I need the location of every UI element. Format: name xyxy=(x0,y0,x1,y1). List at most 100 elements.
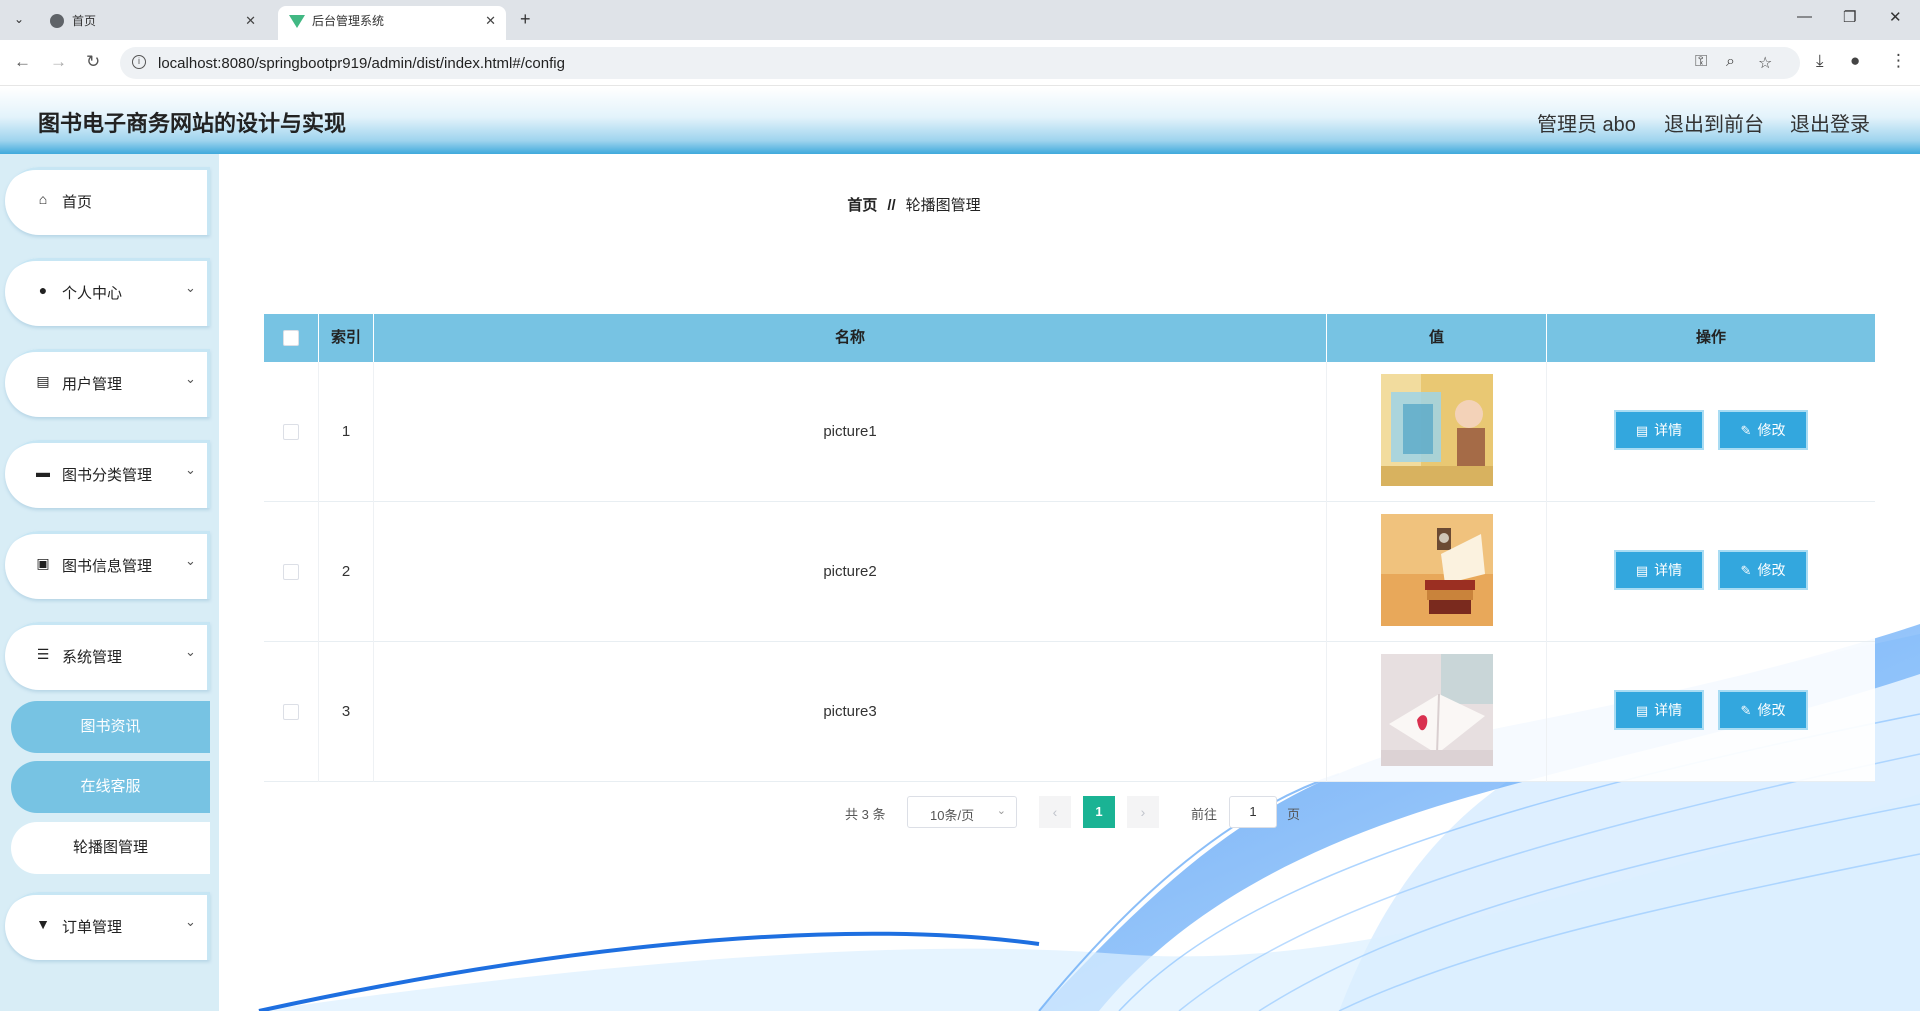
chevron-down-icon: ⌄ xyxy=(185,280,196,295)
new-tab-icon[interactable]: + xyxy=(520,9,531,30)
pagination-total: 共 3 条 xyxy=(845,807,886,822)
browser-tab-home[interactable]: 首页 ✕ xyxy=(38,6,266,40)
pencil-icon: ✎ xyxy=(1740,703,1752,718)
window-close-icon[interactable]: ✕ xyxy=(1889,8,1902,26)
clipboard-icon: ▤ xyxy=(36,373,50,389)
row-select-cell xyxy=(264,362,319,502)
page-number-current[interactable]: 1 xyxy=(1083,796,1115,828)
goto-page-input[interactable]: 1 xyxy=(1229,796,1277,828)
detail-button[interactable]: ▤ 详情 xyxy=(1614,690,1704,730)
sidebar-item-label: 用户管理 xyxy=(62,376,123,393)
sidebar-item-user-management[interactable]: ▤ 用户管理 ⌄ xyxy=(5,349,210,417)
password-key-icon[interactable]: ⚿ xyxy=(1695,53,1707,71)
sidebar-item-home[interactable]: ⌂ 首页 xyxy=(5,167,210,235)
row-index: 3 xyxy=(319,642,374,782)
current-user: 管理员 abo xyxy=(1537,114,1636,136)
bookmark-star-icon[interactable]: ☆ xyxy=(1758,53,1772,73)
sidebar-subitem-carousel[interactable]: 轮播图管理 xyxy=(11,822,210,874)
next-page-button[interactable]: › xyxy=(1127,796,1159,828)
sidebar-item-book-category[interactable]: ▬ 图书分类管理 ⌄ xyxy=(5,440,210,508)
column-header-value: 值 xyxy=(1327,314,1547,362)
edit-button[interactable]: ✎ 修改 xyxy=(1718,550,1808,590)
detail-button[interactable]: ▤ 详情 xyxy=(1614,550,1704,590)
tab-title: 后台管理系统 xyxy=(312,14,385,28)
app-header: 图书电子商务网站的设计与实现 管理员 abo 退出到前台 退出登录 xyxy=(0,87,1920,154)
breadcrumb-home[interactable]: 首页 xyxy=(847,197,877,214)
column-header-index: 索引 xyxy=(319,314,374,362)
page-unit-label: 页 xyxy=(1287,807,1301,822)
download-icon[interactable]: ⤓ xyxy=(1816,51,1824,71)
carousel-image-thumbnail xyxy=(1381,654,1493,766)
sidebar-item-label: 图书信息管理 xyxy=(62,558,153,575)
sidebar-item-system[interactable]: ☰ 系统管理 ⌄ xyxy=(5,622,210,690)
pencil-icon: ✎ xyxy=(1740,563,1752,578)
chevron-down-icon: ⌄ xyxy=(185,371,196,386)
select-all-cell xyxy=(264,314,319,362)
table-row: 3 picture3 ▤ 详情 ✎ 修改 xyxy=(264,642,1875,782)
profile-icon[interactable]: ● xyxy=(1850,51,1860,71)
pagination: 共 3 条 10条/页 ⌄ ‹ 1 › 前往 1 页 xyxy=(219,794,1920,830)
select-all-checkbox[interactable] xyxy=(283,330,299,346)
logout-link[interactable]: 退出登录 xyxy=(1790,108,1870,137)
row-actions-cell: ▤ 详情 ✎ 修改 xyxy=(1547,642,1875,782)
browser-toolbar: ← → ↻ i localhost:8080/springbootpr919/a… xyxy=(0,40,1920,86)
prev-page-button[interactable]: ‹ xyxy=(1039,796,1071,828)
row-checkbox[interactable] xyxy=(283,564,299,580)
calendar-x-icon: ▣ xyxy=(36,555,50,571)
row-actions-cell: ▤ 详情 ✎ 修改 xyxy=(1547,502,1875,642)
user-icon: ● xyxy=(38,282,48,298)
column-header-actions: 操作 xyxy=(1695,329,1726,346)
sidebar-item-personal-center[interactable]: ● 个人中心 ⌄ xyxy=(5,258,210,326)
row-checkbox[interactable] xyxy=(283,704,299,720)
page-size-value: 10条/页 xyxy=(930,808,975,823)
restore-icon[interactable]: ❐ xyxy=(1843,8,1856,26)
breadcrumb: 首页 // 轮播图管理 xyxy=(219,194,1609,215)
sidebar-item-label: 图书分类管理 xyxy=(62,467,153,484)
carousel-image-thumbnail xyxy=(1381,374,1493,486)
sidebar-item-orders[interactable]: ▼ 订单管理 ⌄ xyxy=(5,892,210,960)
pencil-icon: ✎ xyxy=(1740,423,1752,438)
table-row: 2 picture2 ▤ 详情 ✎ 修改 xyxy=(264,502,1875,642)
back-icon[interactable]: ← xyxy=(14,52,31,72)
sidebar-subitem-online-service[interactable]: 在线客服 xyxy=(11,761,210,813)
close-icon[interactable]: ✕ xyxy=(245,6,256,36)
edit-button[interactable]: ✎ 修改 xyxy=(1718,410,1808,450)
minimize-icon[interactable]: — xyxy=(1797,8,1812,25)
sidebar-item-label: 首页 xyxy=(62,194,93,211)
app-title: 图书电子商务网站的设计与实现 xyxy=(38,111,347,136)
site-info-icon[interactable]: i xyxy=(132,55,146,69)
chevron-down-icon: ⌄ xyxy=(185,644,196,659)
detail-button[interactable]: ▤ 详情 xyxy=(1614,410,1704,450)
row-actions-cell: ▤ 详情 ✎ 修改 xyxy=(1547,362,1875,502)
sidebar-item-book-info[interactable]: ▣ 图书信息管理 ⌄ xyxy=(5,531,210,599)
zoom-icon[interactable]: ⌕ xyxy=(1726,53,1735,71)
menu-kebab-icon[interactable]: ⋮ xyxy=(1890,51,1907,71)
home-icon: ⌂ xyxy=(38,191,48,207)
document-icon: ▤ xyxy=(1635,703,1649,718)
forward-icon[interactable]: → xyxy=(50,52,67,72)
row-name: picture2 xyxy=(374,502,1327,642)
chat-icon: ▬ xyxy=(36,464,50,480)
vue-logo-icon xyxy=(289,15,305,28)
sidebar-item-label: 订单管理 xyxy=(62,919,123,936)
sidebar-item-label: 系统管理 xyxy=(62,649,123,666)
chevron-down-icon: ⌄ xyxy=(185,914,196,929)
address-bar[interactable]: i localhost:8080/springbootpr919/admin/d… xyxy=(120,47,1800,79)
table-header: 索引 名称 值 操作 xyxy=(264,314,1875,362)
row-select-cell xyxy=(264,642,319,782)
row-checkbox[interactable] xyxy=(283,424,299,440)
page-size-select[interactable]: 10条/页 ⌄ xyxy=(907,796,1017,828)
exit-to-front-link[interactable]: 退出到前台 xyxy=(1664,108,1764,137)
tab-search-icon[interactable]: ⌄ xyxy=(8,8,30,30)
row-select-cell xyxy=(264,502,319,642)
url-text[interactable]: localhost:8080/springbootpr919/admin/dis… xyxy=(158,55,565,72)
document-icon: ▤ xyxy=(1635,563,1649,578)
chevron-down-icon: ⌄ xyxy=(185,553,196,568)
edit-button[interactable]: ✎ 修改 xyxy=(1718,690,1808,730)
row-name: picture3 xyxy=(374,642,1327,782)
close-icon[interactable]: ✕ xyxy=(485,6,496,36)
tab-title: 首页 xyxy=(72,14,97,28)
sidebar-subitem-book-news[interactable]: 图书资讯 xyxy=(11,701,210,753)
browser-tab-admin[interactable]: 后台管理系统 ✕ xyxy=(278,6,506,40)
reload-icon[interactable]: ↻ xyxy=(86,52,100,72)
